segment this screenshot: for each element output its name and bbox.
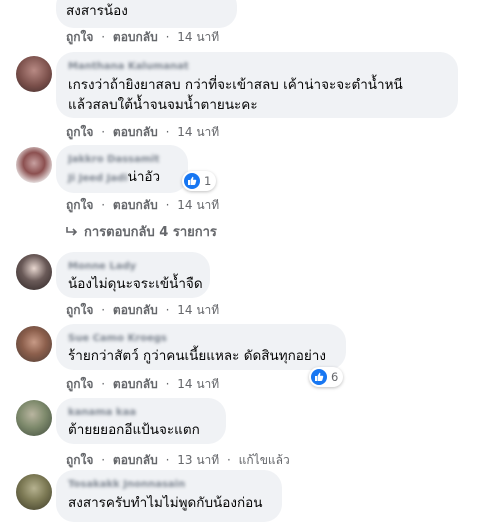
comment-actions: ถูกใจ · ตอบกลับ · 14 นาที (66, 30, 220, 44)
like-button[interactable]: ถูกใจ (66, 377, 93, 391)
comment-1: สงสารน้อง ถูกใจ · ตอบกลับ · 14 นาที (0, 0, 492, 58)
avatar[interactable] (16, 474, 52, 510)
comment-text: ร้ายกว่าสัตว์ กูว่าคนเนี้ยแหละ ดัดสินทุก… (68, 348, 326, 364)
comment-text: แล้วสลบใต้น้ำจนจมน้ำตายนะคะ (68, 97, 258, 113)
comment-body: น่าอัว (127, 169, 161, 185)
like-button[interactable]: ถูกใจ (66, 453, 93, 467)
avatar[interactable] (16, 326, 52, 362)
like-button[interactable]: ถูกใจ (66, 198, 93, 212)
reply-button[interactable]: ตอบกลับ (113, 303, 158, 317)
timestamp-link[interactable]: 14 นาที (177, 125, 219, 139)
reaction-count: 6 (331, 370, 339, 384)
reply-button[interactable]: ตอบกลับ (113, 198, 158, 212)
comment-bubble: Monne Lady น้องไม่ดุนะจระเข้น้ำจืด (56, 252, 210, 298)
timestamp-link[interactable]: 14 นาที (177, 303, 219, 317)
author-name[interactable]: kanama kaa (68, 406, 214, 420)
comment-actions: ถูกใจ · ตอบกลับ · 14 นาที (66, 198, 220, 212)
timestamp-link[interactable]: 14 นาที (177, 377, 219, 391)
avatar[interactable] (16, 56, 52, 92)
reaction-count: 1 (204, 174, 212, 188)
reply-button[interactable]: ตอบกลับ (113, 30, 158, 44)
comment-actions: ถูกใจ · ตอบกลับ · 14 นาที (66, 303, 220, 317)
comment-7: Tosakakk Jnonnasain สงสารครับทำไมไม่พูดก… (0, 470, 492, 522)
thumbs-up-icon (311, 369, 327, 385)
reply-arrow-icon (66, 225, 78, 240)
comment-6: kanama kaa ต้ายยยอกอีแป้นจะแตก ถูกใจ · ต… (0, 398, 492, 468)
avatar[interactable] (16, 147, 52, 183)
timestamp-link[interactable]: 13 นาที (177, 453, 219, 467)
thumbs-up-icon (184, 173, 200, 189)
reply-button[interactable]: ตอบกลับ (113, 125, 158, 139)
comment-text: น้องไม่ดุนะจระเข้น้ำจืด (68, 276, 203, 292)
timestamp-link[interactable]: 14 นาที (177, 30, 219, 44)
avatar[interactable] (16, 400, 52, 436)
comment-actions: ถูกใจ · ตอบกลับ · 14 นาที (66, 125, 220, 139)
comment-bubble: Tosakakk Jnonnasain สงสารครับทำไมไม่พูดก… (56, 470, 282, 522)
comment-4: Monne Lady น้องไม่ดุนะจระเข้น้ำจืด ถูกใจ… (0, 252, 492, 322)
comment-actions: ถูกใจ · ตอบกลับ · 14 นาที (66, 377, 220, 391)
reaction-badge[interactable]: 6 (309, 367, 344, 387)
comment-actions: ถูกใจ · ตอบกลับ · 13 นาที · แก้ไขแล้ว (66, 453, 290, 467)
author-name[interactable]: Monne Lady (68, 260, 198, 274)
like-button[interactable]: ถูกใจ (66, 125, 93, 139)
comment-bubble: Jakkro Dassamit Ji Jeed Jadiน่าอัว (56, 145, 188, 193)
author-name[interactable]: Sue Camo Kroegs (68, 332, 334, 346)
mention-link[interactable]: Ji Jeed Jadi (68, 173, 128, 184)
comment-3: Jakkro Dassamit Ji Jeed Jadiน่าอัว 1 ถูก… (0, 145, 492, 240)
comment-bubble: Manthana Kalumanat เกรงว่าถ้ายิงยาสลบ กว… (56, 52, 458, 118)
view-replies-link[interactable]: การตอบกลับ 4 รายการ (66, 221, 217, 242)
avatar[interactable] (16, 254, 52, 290)
comment-text: Ji Jeed Jadiน่าอัว (68, 167, 176, 189)
replies-count-label: การตอบกลับ 4 รายการ (84, 225, 217, 240)
comment-text: สงสารน้อง (66, 3, 128, 19)
author-name[interactable]: Tosakakk Jnonnasain (68, 478, 270, 492)
like-button[interactable]: ถูกใจ (66, 30, 93, 44)
edited-label[interactable]: แก้ไขแล้ว (239, 453, 290, 467)
comment-2: Manthana Kalumanat เกรงว่าถ้ายิงยาสลบ กว… (0, 52, 492, 142)
comment-text: เกรงว่าถ้ายิงยาสลบ กว่าที่จะเข้าสลบ เค้า… (68, 77, 403, 93)
comment-text: สงสารครับทำไมไม่พูดกับน้องก่อน (68, 495, 263, 511)
timestamp-link[interactable]: 14 นาที (177, 198, 219, 212)
comment-bubble: kanama kaa ต้ายยยอกอีแป้นจะแตก (56, 398, 226, 444)
like-button[interactable]: ถูกใจ (66, 303, 93, 317)
reply-button[interactable]: ตอบกลับ (113, 377, 158, 391)
comment-5: Sue Camo Kroegs ร้ายกว่าสัตว์ กูว่าคนเนี… (0, 324, 492, 394)
comment-text: ต้ายยยอกอีแป้นจะแตก (68, 422, 200, 438)
author-name[interactable]: Jakkro Dassamit (68, 153, 176, 167)
reply-button[interactable]: ตอบกลับ (113, 453, 158, 467)
reaction-badge[interactable]: 1 (182, 171, 217, 191)
comment-bubble: สงสารน้อง (56, 0, 237, 28)
comment-bubble: Sue Camo Kroegs ร้ายกว่าสัตว์ กูว่าคนเนี… (56, 324, 346, 370)
author-name[interactable]: Manthana Kalumanat (68, 60, 446, 74)
